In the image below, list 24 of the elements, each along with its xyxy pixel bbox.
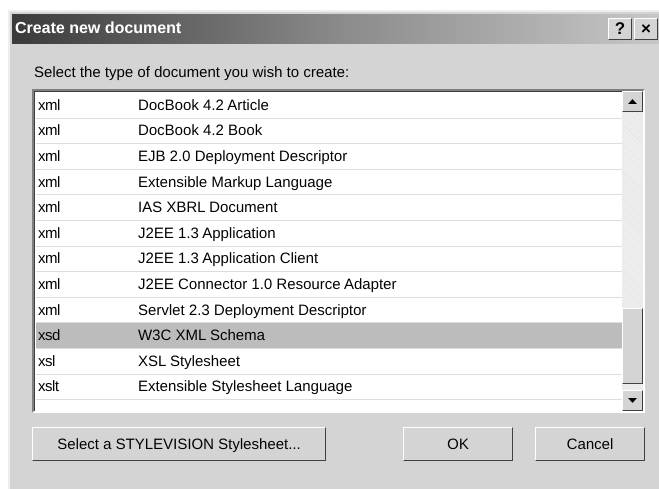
close-button[interactable]: × <box>634 18 658 40</box>
scrollbar[interactable] <box>622 91 643 411</box>
list-item[interactable]: xsl XSL Stylesheet <box>36 348 622 375</box>
list-item[interactable]: xml J2EE Connector 1.0 Resource Adapter <box>36 272 622 298</box>
list-item[interactable]: xml DocBook 4.2 Book <box>36 118 622 144</box>
list-item[interactable]: xsd W3C XML Schema <box>36 323 622 349</box>
prompt-label: Select the type of document you wish to create: <box>34 64 350 81</box>
cancel-button[interactable]: Cancel <box>535 427 645 461</box>
scroll-up-button[interactable] <box>622 91 643 112</box>
window-title: Create new document <box>14 20 182 38</box>
scroll-down-button[interactable] <box>622 390 643 411</box>
list-item[interactable]: xml J2EE 1.3 Application <box>36 220 622 247</box>
list-item[interactable]: xml EJB 2.0 Deployment Descriptor <box>36 144 622 170</box>
list-item[interactable]: xml J2EE 1.3 Application Client <box>36 246 622 272</box>
up-arrow-icon <box>628 99 637 104</box>
list-item[interactable]: xslt Extensible Stylesheet Language <box>36 374 622 400</box>
select-stylesheet-button[interactable]: Select a STYLEVISION Stylesheet... <box>32 427 326 461</box>
down-arrow-icon <box>628 398 637 403</box>
help-button[interactable]: ? <box>608 18 632 40</box>
list-item[interactable]: xml Extensible Markup Language <box>36 170 622 196</box>
ok-button[interactable]: OK <box>403 427 513 461</box>
scroll-thumb[interactable] <box>622 308 643 384</box>
list-item[interactable]: xml DocBook 4.2 Article <box>36 93 622 119</box>
list-item[interactable]: xml IAS XBRL Document <box>36 195 622 221</box>
